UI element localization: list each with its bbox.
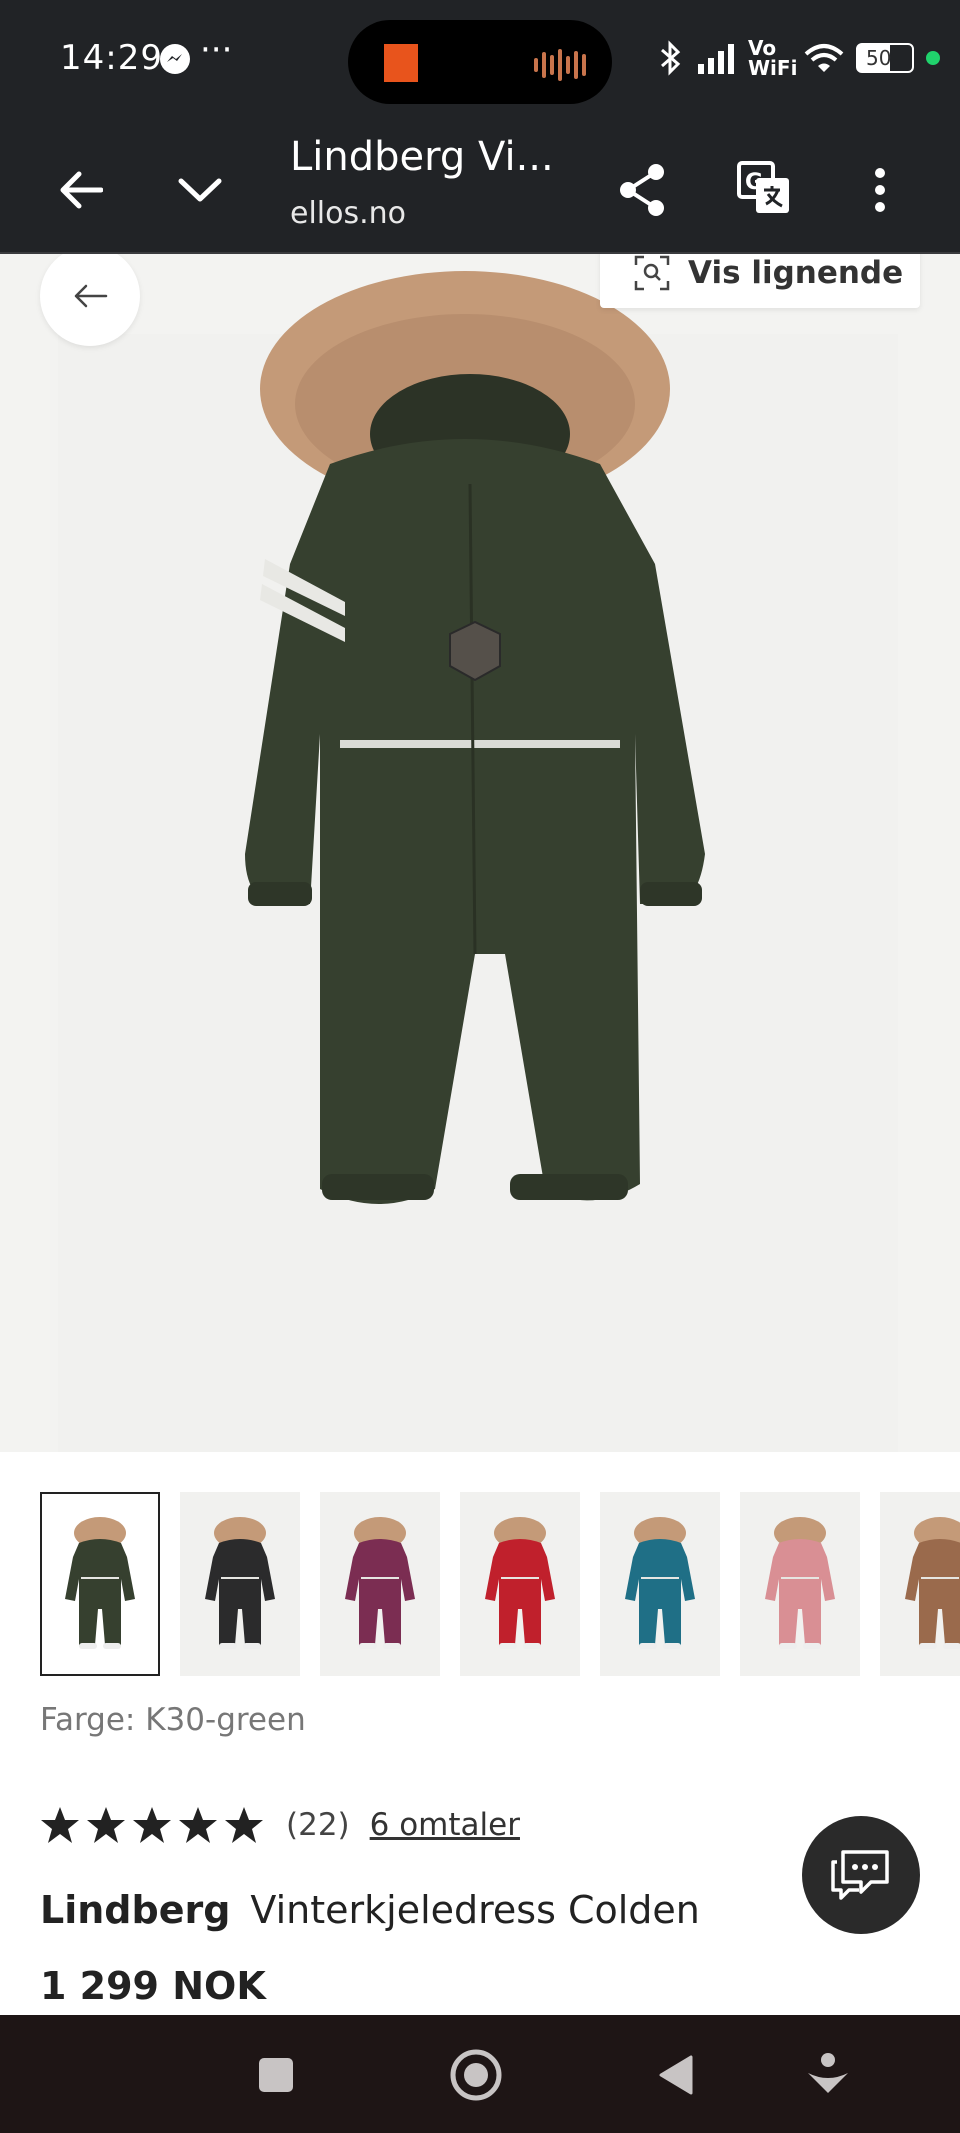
color-thumbnail[interactable] xyxy=(880,1492,960,1676)
chat-button[interactable] xyxy=(802,1816,920,1934)
product-brand[interactable]: Lindberg xyxy=(40,1888,230,1932)
star-icon xyxy=(41,1807,79,1843)
thumbnail-suit-image xyxy=(205,1517,275,1649)
color-thumbnail-strip[interactable] xyxy=(40,1492,960,1676)
audio-visualizer-icon xyxy=(534,48,586,82)
signal-icon xyxy=(698,44,734,74)
star-icon xyxy=(133,1807,171,1843)
download-assist-icon[interactable] xyxy=(798,2045,858,2105)
back-triangle-icon[interactable] xyxy=(646,2045,706,2105)
thumbnail-suit-image xyxy=(765,1517,835,1649)
dynamic-island xyxy=(348,20,612,104)
privacy-indicator-dot xyxy=(926,51,940,65)
system-nav-bar xyxy=(0,2015,960,2133)
color-thumbnail[interactable] xyxy=(460,1492,580,1676)
star-icon xyxy=(87,1807,125,1843)
similar-items-label: Vis lignende xyxy=(688,255,904,291)
wifi-calling-label: Vo WiFi xyxy=(748,36,798,80)
back-arrow-icon[interactable] xyxy=(50,160,110,220)
similar-items-button[interactable]: Vis lignende xyxy=(600,254,920,308)
now-playing-art xyxy=(384,44,418,82)
selected-color-label: Farge: K30-green xyxy=(40,1702,306,1738)
share-icon[interactable] xyxy=(610,158,674,222)
gallery-back-icon xyxy=(74,284,108,308)
thumbnail-suit-image xyxy=(905,1517,960,1649)
rating-count: (22) xyxy=(286,1807,350,1843)
color-thumbnail[interactable] xyxy=(740,1492,860,1676)
overflow-menu-icon[interactable] xyxy=(860,158,900,222)
chat-bubble-icon xyxy=(831,1850,889,1900)
clock: 14:29 xyxy=(60,38,163,78)
color-thumbnail[interactable] xyxy=(180,1492,300,1676)
product-price: 1 299 NOK xyxy=(40,1964,266,2008)
thumbnail-suit-image xyxy=(345,1517,415,1649)
status-bar: 14:29 ··· Vo WiFi 50 xyxy=(0,0,960,120)
rating-stars xyxy=(40,1806,264,1844)
reviews-link[interactable]: 6 omtaler xyxy=(370,1807,520,1843)
color-thumbnail[interactable] xyxy=(320,1492,440,1676)
color-thumbnail[interactable] xyxy=(40,1492,160,1676)
recents-square-icon[interactable] xyxy=(246,2045,306,2105)
page-title[interactable]: Lindberg Vi... xyxy=(290,134,554,180)
product-rating: (22) 6 omtaler xyxy=(40,1806,520,1844)
bluetooth-icon xyxy=(661,40,681,76)
product-image[interactable] xyxy=(0,254,960,1452)
color-thumbnail[interactable] xyxy=(600,1492,720,1676)
system-icons: Vo WiFi 50 xyxy=(658,38,940,78)
home-circle-icon[interactable] xyxy=(446,2045,506,2105)
product-name: Vinterkjeledress Colden xyxy=(250,1888,700,1932)
wifi-icon xyxy=(804,44,844,72)
product-title: Lindberg Vinterkjeledress Colden xyxy=(40,1888,700,1932)
battery-icon: 50 xyxy=(856,43,914,73)
star-icon xyxy=(179,1807,217,1843)
star-icon xyxy=(225,1807,263,1843)
thumbnail-suit-image xyxy=(65,1517,135,1649)
translate-icon[interactable]: G xyxy=(732,156,796,220)
visual-search-icon xyxy=(634,255,670,291)
thumbnail-suit-image xyxy=(485,1517,555,1649)
chevron-down-icon[interactable] xyxy=(170,160,230,220)
thumbnail-suit-image xyxy=(625,1517,695,1649)
browser-toolbar: Lindberg Vi... ellos.no G xyxy=(0,120,960,254)
messenger-icon xyxy=(160,44,190,74)
product-image-gallery[interactable]: Vis lignende xyxy=(0,254,960,1452)
page-url[interactable]: ellos.no xyxy=(290,196,406,231)
battery-level: 50 xyxy=(866,46,892,70)
more-dots-icon: ··· xyxy=(200,30,233,70)
